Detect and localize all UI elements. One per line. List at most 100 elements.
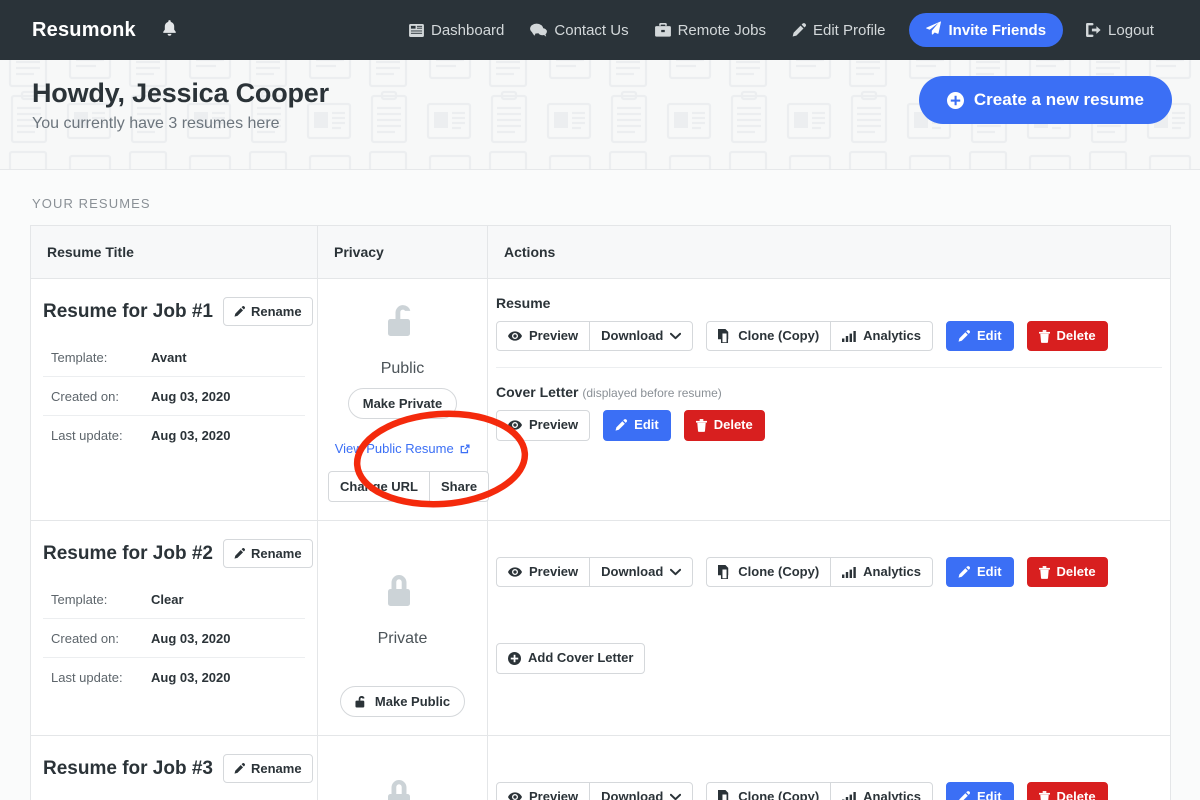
download-label: Download [601, 565, 663, 579]
meta-label-created-on: Created on: [51, 389, 151, 404]
meta-value-last-update: Aug 03, 2020 [151, 428, 231, 443]
meta-label-template: Template: [51, 350, 151, 365]
table-row: Resume for Job #3 Rename [31, 736, 1171, 800]
clone-analytics-group: Clone (Copy) Analytics [706, 557, 933, 587]
clone-copy-button[interactable]: Clone (Copy) [706, 321, 831, 351]
cover-letter-preview-button[interactable]: Preview [496, 410, 590, 440]
edit-label: Edit [977, 790, 1002, 800]
analytics-button[interactable]: Analytics [830, 782, 933, 800]
preview-label: Preview [529, 565, 578, 579]
bar-chart-icon [842, 567, 856, 578]
preview-label: Preview [529, 329, 578, 343]
preview-button[interactable]: Preview [496, 321, 590, 351]
cover-letter-edit-button[interactable]: Edit [603, 410, 671, 440]
download-dropdown-button[interactable]: Download [589, 557, 693, 587]
col-header-resume-title: Resume Title [31, 226, 318, 279]
meta-created-on: Created on: Aug 03, 2020 [43, 377, 305, 416]
privacy-cell: Public Make Private View Public Resume [318, 279, 488, 521]
nav-item-edit-profile[interactable]: Edit Profile [779, 22, 899, 39]
share-button[interactable]: Share [429, 471, 489, 502]
nav-label-logout: Logout [1108, 22, 1154, 39]
privacy-cell: Private Make Public [318, 521, 488, 736]
analytics-label: Analytics [863, 790, 921, 800]
download-dropdown-button[interactable]: Download [589, 321, 693, 351]
rename-button[interactable]: Rename [223, 539, 313, 568]
invite-friends-button[interactable]: Invite Friends [909, 13, 1064, 47]
plus-circle-icon [508, 652, 521, 665]
meta-template: Template: Clear [43, 580, 305, 619]
table-row: Resume for Job #1 Rename [31, 279, 1171, 521]
table-row: Resume for Job #2 Rename [31, 521, 1171, 736]
clone-label: Clone (Copy) [738, 565, 819, 579]
brand-logo[interactable]: Resumonk [32, 19, 136, 42]
bell-icon[interactable] [162, 20, 177, 41]
resume-action-buttons: Preview Download [496, 782, 1170, 800]
meta-template: Template: Avant [43, 338, 305, 377]
nav-item-dashboard[interactable]: Dashboard [396, 22, 517, 39]
clone-label: Clone (Copy) [738, 790, 819, 800]
make-public-button[interactable]: Make Public [340, 686, 465, 717]
make-private-button[interactable]: Make Private [348, 388, 458, 419]
clone-copy-button[interactable]: Clone (Copy) [706, 557, 831, 587]
download-dropdown-button[interactable]: Download [589, 782, 693, 800]
eye-icon [508, 331, 522, 341]
delete-resume-button[interactable]: Delete [1027, 321, 1108, 351]
resume-meta: Template: Regal [43, 795, 305, 800]
invite-friends-label: Invite Friends [949, 22, 1047, 39]
meta-created-on: Created on: Aug 03, 2020 [43, 619, 305, 658]
trash-icon [1039, 791, 1050, 800]
cover-letter-block: Cover Letter (displayed before resume) P… [496, 384, 1170, 440]
create-new-resume-button[interactable]: Create a new resume [919, 76, 1172, 124]
bar-chart-icon [842, 331, 856, 342]
delete-label: Delete [1057, 565, 1096, 579]
meta-template: Template: Regal [43, 795, 305, 800]
download-label: Download [601, 790, 663, 800]
meta-value-created-on: Aug 03, 2020 [151, 631, 231, 646]
preview-button[interactable]: Preview [496, 557, 590, 587]
preview-label: Preview [529, 790, 578, 800]
unlock-icon [355, 695, 368, 708]
add-cover-letter-button[interactable]: Add Cover Letter [496, 643, 645, 673]
actions-cell: Resume Preview [488, 279, 1171, 521]
nav-item-remote-jobs[interactable]: Remote Jobs [642, 22, 779, 39]
privacy-status: Public [328, 360, 477, 378]
delete-label: Delete [1057, 329, 1096, 343]
change-url-button[interactable]: Change URL [328, 471, 430, 502]
resume-meta: Template: Avant Created on: Aug 03, 2020… [43, 338, 305, 454]
edit-label: Edit [977, 329, 1002, 343]
analytics-button[interactable]: Analytics [830, 557, 933, 587]
meta-value-template: Clear [151, 592, 184, 607]
delete-resume-button[interactable]: Delete [1027, 557, 1108, 587]
rename-label: Rename [251, 546, 302, 561]
preview-button[interactable]: Preview [496, 782, 590, 800]
resume-heading-label: Resume [496, 295, 550, 311]
edit-resume-button[interactable]: Edit [946, 557, 1014, 587]
eye-icon [508, 567, 522, 577]
make-public-label: Make Public [375, 694, 450, 709]
rename-button[interactable]: Rename [223, 754, 313, 783]
unlock-icon [328, 301, 477, 350]
cover-letter-delete-button[interactable]: Delete [684, 410, 765, 440]
delete-label: Delete [1057, 790, 1096, 800]
delete-label: Delete [714, 418, 753, 432]
edit-resume-button[interactable]: Edit [946, 782, 1014, 800]
eye-icon [508, 420, 522, 430]
col-header-privacy: Privacy [318, 226, 488, 279]
delete-resume-button[interactable]: Delete [1027, 782, 1108, 800]
meta-label-last-update: Last update: [51, 670, 151, 685]
meta-value-template: Avant [151, 350, 187, 365]
view-public-resume-link[interactable]: View Public Resume [328, 441, 477, 457]
edit-label: Edit [634, 418, 659, 432]
analytics-button[interactable]: Analytics [830, 321, 933, 351]
nav-item-logout[interactable]: Logout [1073, 22, 1167, 39]
nav-label-remote-jobs: Remote Jobs [678, 22, 766, 39]
clone-copy-button[interactable]: Clone (Copy) [706, 782, 831, 800]
logout-icon [1086, 23, 1101, 37]
meta-value-created-on: Aug 03, 2020 [151, 389, 231, 404]
nav-item-contact-us[interactable]: Contact Us [517, 22, 641, 39]
chat-icon [530, 23, 547, 37]
table-header-row: Resume Title Privacy Actions [31, 226, 1171, 279]
external-link-icon [460, 442, 470, 457]
rename-button[interactable]: Rename [223, 297, 313, 326]
edit-resume-button[interactable]: Edit [946, 321, 1014, 351]
